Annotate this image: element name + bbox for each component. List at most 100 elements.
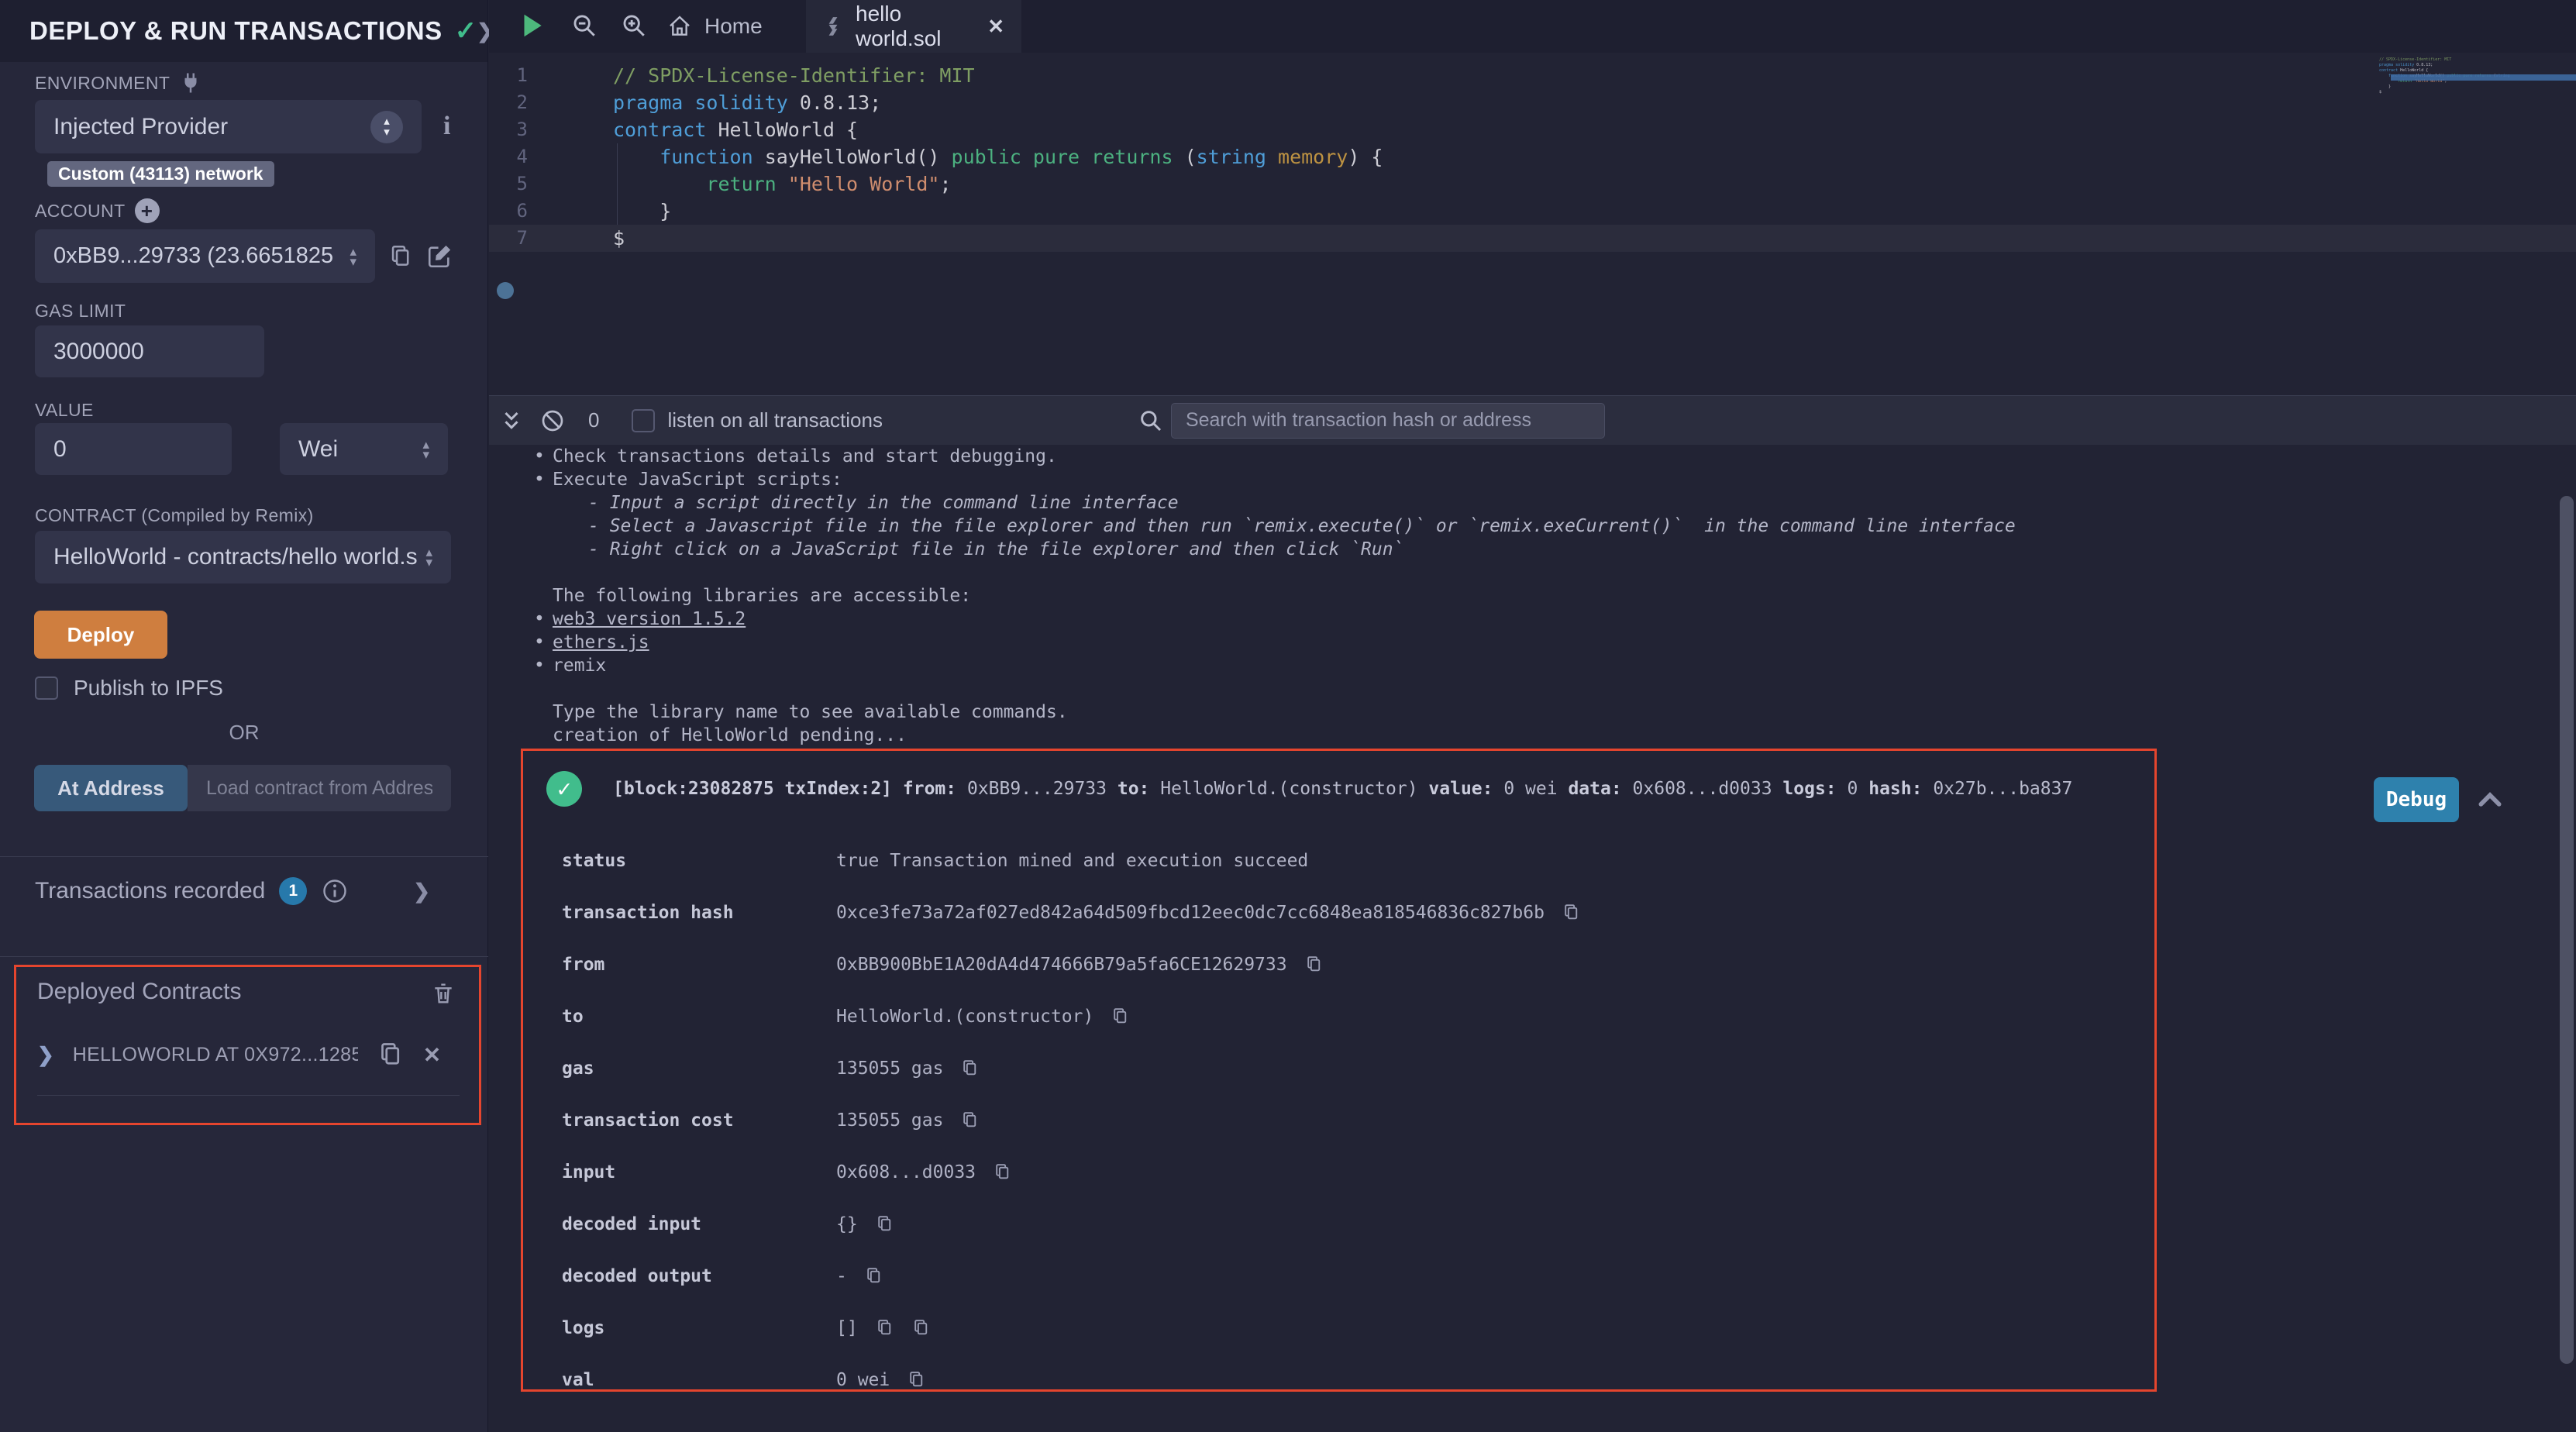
terminal-text: - Input a script directly in the command… [588, 493, 1179, 513]
tab-hello-world-sol[interactable]: hello world.sol ✕ [806, 0, 1021, 53]
account-select[interactable]: 0xBB9...29733 (23.6651825 ▴▾ [35, 229, 375, 283]
deploy-button[interactable]: Deploy [34, 611, 167, 659]
copy-icon[interactable] [1562, 903, 1581, 922]
code-editor[interactable]: 1// SPDX-License-Identifier: MIT2pragma … [489, 53, 2576, 395]
receipt-row: from0xBB900BbE1A20dA4d474666B79a5fa6CE12… [546, 938, 2154, 990]
copy-contract-icon[interactable] [377, 1041, 405, 1069]
copy-account-icon[interactable] [387, 243, 414, 270]
contract-expand-chevron-icon[interactable]: ❯ [37, 1043, 54, 1067]
remove-contract-close-icon[interactable]: ✕ [423, 1042, 441, 1068]
contract-spinner-icon[interactable]: ▴▾ [425, 547, 432, 567]
receipt-row-label: status [546, 851, 836, 871]
receipt-row-label: transaction cost [546, 1110, 836, 1131]
compile-success-check-icon: ✓ [455, 15, 477, 46]
code-line: 1// SPDX-License-Identifier: MIT [489, 62, 2576, 89]
receipt-row-label: input [546, 1162, 836, 1182]
receipt-row-value: 135055 gas [836, 1059, 943, 1079]
terminal-link[interactable]: web3 version 1.5.2 [553, 609, 746, 629]
value-unit-spinner-icon[interactable]: ▴▾ [422, 439, 429, 460]
clear-console-ban-icon[interactable] [540, 408, 565, 433]
add-account-icon[interactable]: + [135, 198, 160, 223]
terminal-line: - Select a Javascript file in the file e… [489, 515, 2576, 538]
copy-icon[interactable] [875, 1318, 894, 1337]
main-area: Home hello world.sol ✕ 1// SPDX-License-… [489, 0, 2576, 1432]
bullet-icon: • [534, 608, 545, 631]
terminal-line [489, 677, 2576, 701]
receipt-row: statustrue Transaction mined and executi… [546, 835, 2154, 886]
collapse-receipt-chevron-up-icon[interactable] [2474, 784, 2505, 815]
contract-value: HelloWorld - contracts/hello world.sol [53, 544, 418, 570]
editor-tabbar: Home hello world.sol ✕ [489, 0, 2576, 53]
at-address-button[interactable]: At Address [34, 765, 188, 811]
gas-limit-input[interactable] [35, 325, 264, 377]
solidity-file-icon [823, 16, 843, 36]
receipt-row-value: [] [836, 1318, 858, 1338]
zoom-out-icon[interactable] [571, 12, 598, 39]
debug-button[interactable]: Debug [2374, 777, 2459, 822]
code-text: contract HelloWorld { [613, 116, 858, 143]
copy-icon[interactable] [993, 1162, 1012, 1182]
account-spinner-icon[interactable]: ▴▾ [350, 246, 356, 267]
breakpoint-dot[interactable] [497, 282, 514, 299]
terminal-text: Check transactions details and start deb… [553, 446, 1057, 466]
value-input[interactable] [35, 423, 232, 475]
receipt-row: logs[] [546, 1302, 2154, 1354]
environment-select[interactable]: Injected Provider ▴▾ [35, 100, 422, 153]
environment-spinner-icon[interactable]: ▴▾ [370, 111, 403, 143]
line-number: 4 [489, 143, 551, 170]
publish-ipfs-checkbox[interactable] [35, 676, 58, 700]
contract-label: CONTRACT (Compiled by Remix) [35, 505, 314, 526]
terminal-scrollbar[interactable] [2560, 496, 2574, 1364]
receipt-row-label: from [546, 955, 836, 975]
copy-icon[interactable] [960, 1059, 980, 1078]
terminal-toolbar: 0 listen on all transactions [489, 395, 2576, 445]
receipt-row-label: logs [546, 1318, 836, 1338]
terminal-output[interactable]: • Check transactions details and start de… [489, 445, 2576, 1432]
copy-icon[interactable] [875, 1214, 894, 1234]
collapse-terminal-double-chevron-icon[interactable] [500, 409, 523, 432]
minimap-current-line [2391, 74, 2576, 81]
receipt-row: transaction hash0xce3fe73a72af027ed842a6… [546, 886, 2154, 938]
line-number: 3 [489, 116, 551, 143]
publish-ipfs-label: Publish to IPFS [74, 676, 223, 701]
code-text: return "Hello World"; [613, 170, 952, 198]
plug-icon [179, 71, 202, 95]
copy-icon[interactable] [1111, 1007, 1130, 1026]
receipt-row-value: true Transaction mined and execution suc… [836, 851, 1308, 871]
deployed-contract-item[interactable]: ❯ HELLOWORLD AT 0X972...12851 (B ✕ [37, 1041, 463, 1069]
copy-icon[interactable] [864, 1266, 883, 1286]
copy-icon[interactable] [1304, 955, 1324, 974]
account-label: ACCOUNT + [35, 198, 160, 223]
run-script-play-icon[interactable] [517, 11, 546, 40]
receipt-summary: [block:23082875 txIndex:2] from: 0xBB9..… [613, 779, 2072, 799]
copy-icon[interactable] [911, 1318, 931, 1337]
terminal-text: Type the library name to see available c… [553, 702, 1068, 722]
environment-info-icon[interactable]: i [443, 112, 450, 141]
receipt-row-value: 0x608...d0033 [836, 1162, 976, 1182]
code-line: 3 contract HelloWorld { [489, 116, 2576, 143]
receipt-row-label: to [546, 1007, 836, 1027]
line-number: 5 [489, 170, 551, 198]
terminal-link[interactable]: ethers.js [553, 632, 649, 652]
receipt-row-value: - [836, 1266, 847, 1286]
receipt-row-label: transaction hash [546, 903, 836, 923]
close-tab-icon[interactable]: ✕ [987, 15, 1004, 39]
receipt-rows: statustrue Transaction mined and executi… [546, 835, 2154, 1406]
code-text: // SPDX-License-Identifier: MIT [613, 62, 975, 89]
tab-home[interactable]: Home [667, 0, 763, 53]
contract-select[interactable]: HelloWorld - contracts/hello world.sol ▴… [35, 531, 451, 583]
zoom-in-icon[interactable] [621, 12, 647, 39]
copy-icon[interactable] [907, 1370, 926, 1389]
clear-contracts-trash-icon[interactable] [431, 981, 456, 1006]
receipt-row: decoded output- [546, 1250, 2154, 1302]
terminal-search-input[interactable] [1171, 403, 1605, 439]
value-unit-select[interactable]: Wei ▴▾ [280, 423, 448, 475]
transactions-expand-chevron-icon[interactable]: ❯ [413, 880, 430, 904]
copy-icon[interactable] [960, 1110, 980, 1130]
listen-transactions-checkbox[interactable] [632, 409, 655, 432]
receipt-row-value: 0xce3fe73a72af027ed842a64d509fbcd12eec0d… [836, 903, 1545, 923]
at-address-input[interactable] [188, 765, 451, 811]
transactions-info-icon[interactable] [321, 877, 349, 905]
edit-account-icon[interactable] [426, 243, 453, 270]
transactions-recorded-row[interactable]: Transactions recorded 1 ❯ [35, 877, 453, 905]
